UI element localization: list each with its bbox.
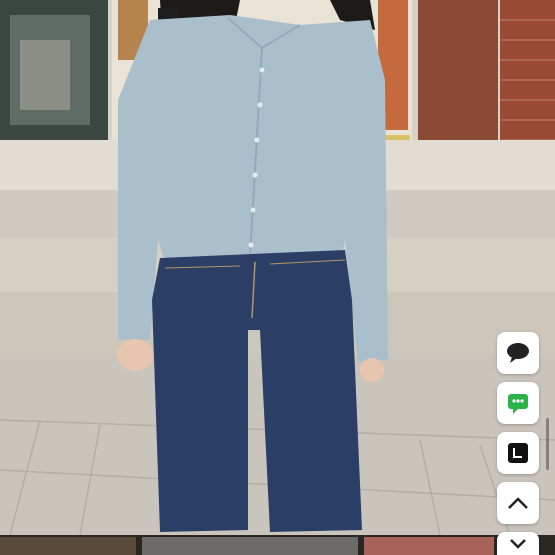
line-box-icon [508,443,528,463]
scroll-down-button[interactable] [497,532,539,555]
thumbnail-2[interactable] [142,537,358,555]
photo-illustration [0,0,555,535]
scrollbar[interactable] [546,418,549,470]
talk-button[interactable] [497,382,539,424]
thumbnail-strip [0,535,555,555]
line-button[interactable] [497,432,539,474]
thumbnail-1[interactable] [0,537,136,555]
speech-bubble-icon [507,343,529,363]
green-chat-icon [508,394,528,414]
chevron-up-icon [508,497,528,509]
thumbnail-3[interactable] [364,537,494,555]
scroll-top-button[interactable] [497,482,539,524]
chevron-down-icon [510,538,526,549]
chat-button[interactable] [497,332,539,374]
product-photo [0,0,555,535]
